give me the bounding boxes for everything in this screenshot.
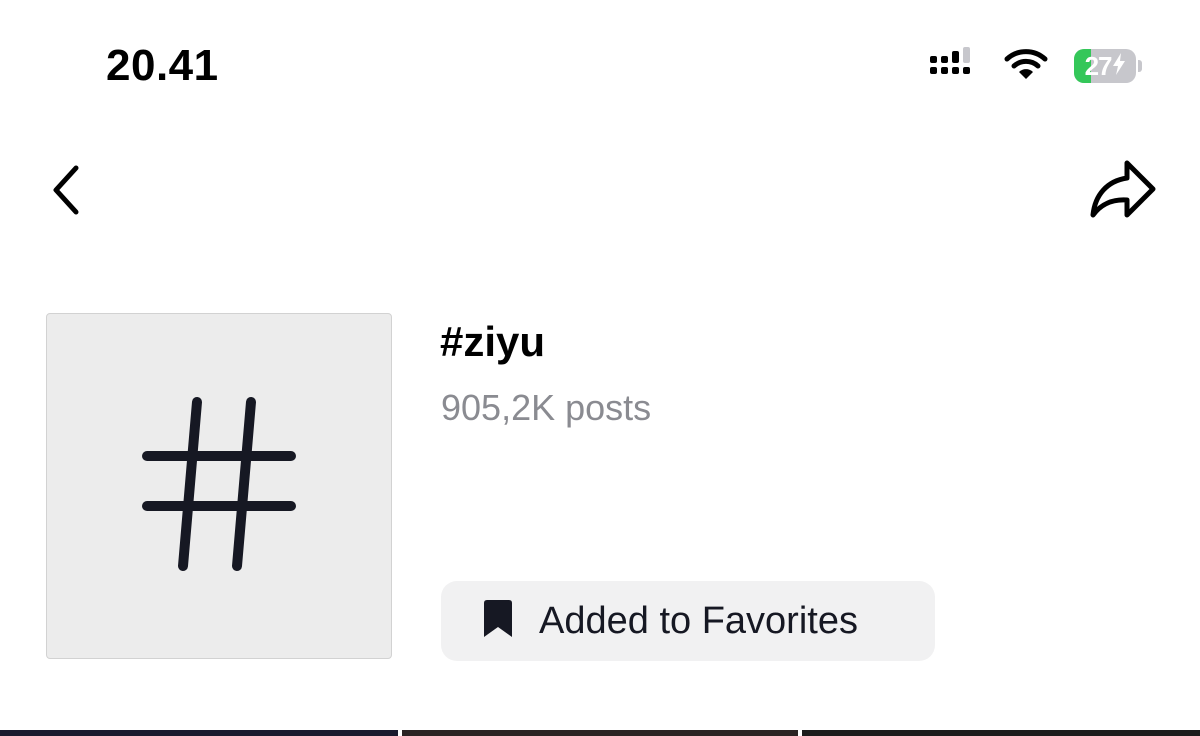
bookmark-icon (481, 599, 515, 644)
video-thumbnail[interactable] (802, 730, 1200, 736)
video-thumbnail[interactable] (402, 730, 798, 736)
battery-indicator: 27 (1074, 49, 1142, 83)
cellular-signal-icon (928, 46, 978, 86)
share-button[interactable] (1086, 156, 1162, 228)
hashtag-cover (46, 313, 392, 659)
video-thumbnail[interactable] (0, 730, 398, 736)
share-arrow-icon (1089, 159, 1159, 226)
favorites-button[interactable]: Added to Favorites (441, 581, 935, 661)
battery-level: 27 (1084, 50, 1113, 81)
status-time: 20.41 (106, 41, 219, 90)
hashtag-title: #ziyu (440, 318, 546, 365)
back-button[interactable] (36, 160, 96, 224)
hashtag-page: 20.41 27 #ziyu 905,2K posts Added to Fav… (0, 0, 1200, 736)
wifi-icon (1004, 47, 1048, 86)
charging-bolt-icon (1112, 51, 1126, 82)
hashtag-icon (139, 394, 299, 579)
chevron-left-icon (49, 163, 83, 222)
favorites-label: Added to Favorites (539, 599, 858, 642)
post-count: 905,2K posts (441, 387, 652, 428)
status-icons: 27 (928, 44, 1142, 88)
